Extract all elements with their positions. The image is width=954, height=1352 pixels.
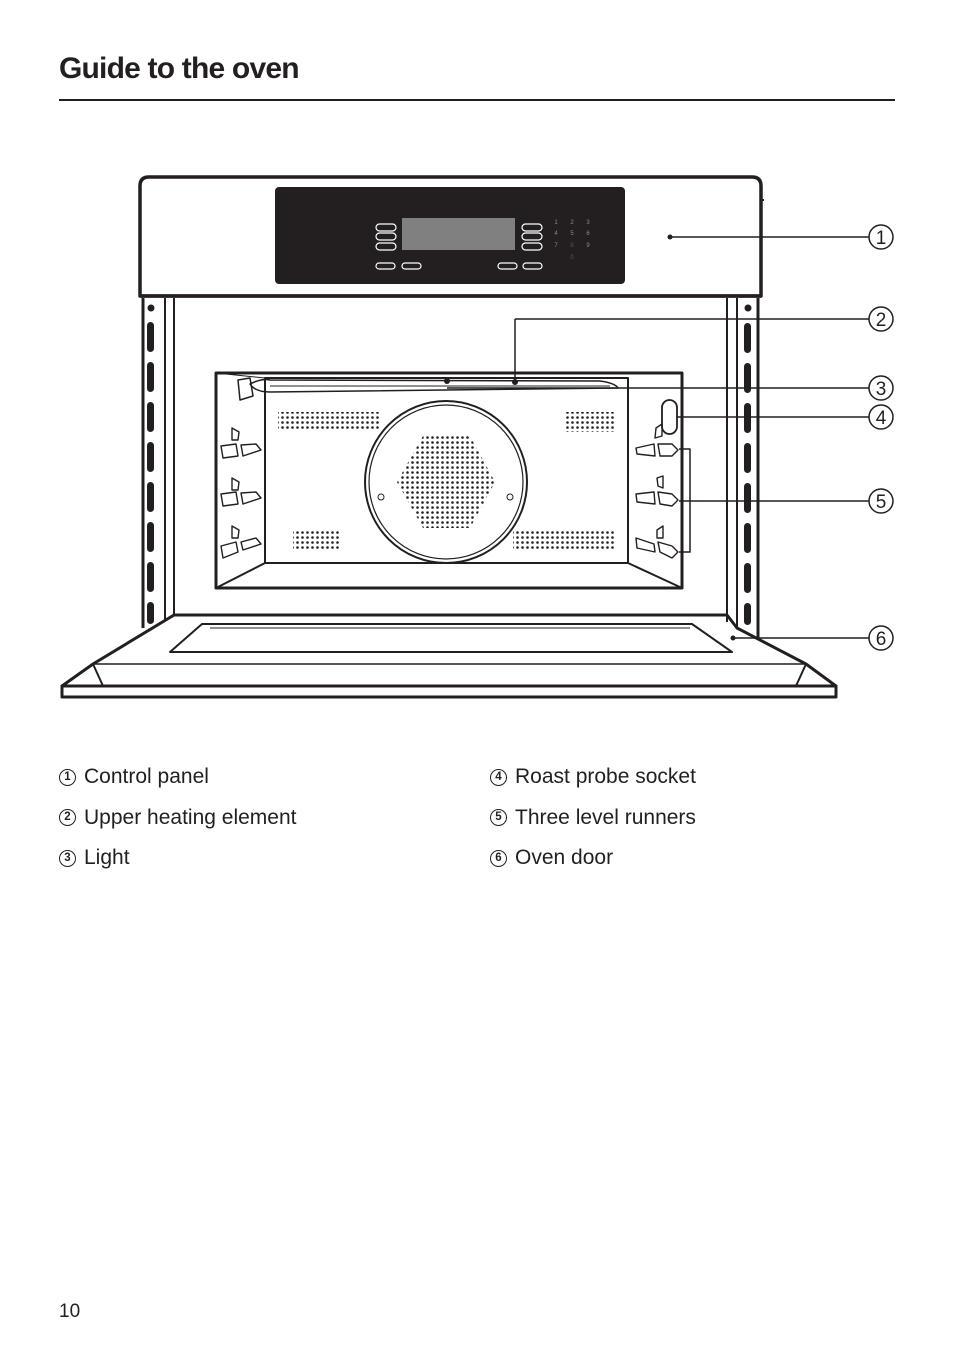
display-screen (402, 218, 515, 250)
legend-label: Light (84, 846, 130, 870)
roast-probe-socket (661, 399, 678, 435)
oven-diagram: 123 456 789 0 1 2 3 4 5 6 (60, 175, 894, 699)
callout-3: 3 (868, 375, 894, 401)
legend-item: 5 Three level runners (490, 798, 696, 839)
page-title: Guide to the oven (59, 52, 300, 85)
legend-label: Three level runners (515, 805, 696, 829)
legend-item: 1 Control panel (59, 757, 296, 798)
legend-left-column: 1 Control panel 2 Upper heating element … (59, 757, 296, 879)
legend-number-badge: 3 (59, 849, 76, 867)
vent-bottom-left (293, 531, 341, 549)
legend-number-badge: 1 (59, 768, 76, 786)
callout-2: 2 (868, 306, 894, 332)
light-fixture (237, 377, 254, 401)
upper-heating-element (249, 378, 619, 393)
legend-label: Roast probe socket (515, 765, 696, 789)
legend-number-badge: 4 (490, 768, 507, 786)
legend-number-badge: 6 (490, 849, 507, 867)
callout-5: 5 (868, 488, 894, 514)
callout-6: 6 (868, 625, 894, 651)
vent-top-left (278, 412, 380, 430)
legend-label: Upper heating element (84, 805, 297, 829)
vent-bottom-right (513, 531, 615, 549)
vent-top-right (566, 412, 614, 432)
oven-door (60, 613, 838, 699)
legend-number-badge: 5 (490, 809, 507, 827)
left-runners (220, 427, 262, 559)
legend-item: 4 Roast probe socket (490, 757, 696, 798)
light-point (444, 378, 450, 384)
callout-4-number: 4 (876, 408, 887, 429)
fan-grille (397, 436, 495, 528)
right-runners (635, 399, 679, 559)
page-number: 10 (59, 1301, 81, 1322)
legend-item: 3 Light (59, 838, 296, 879)
callout-4: 4 (868, 404, 894, 430)
legend-number-badge: 2 (59, 809, 76, 827)
callout-markers: 1 2 3 4 5 6 (868, 224, 894, 651)
legend-right-column: 4 Roast probe socket 5 Three level runne… (490, 757, 696, 879)
legend-item: 2 Upper heating element (59, 798, 296, 839)
callout-1: 1 (868, 224, 894, 250)
callout-5-number: 5 (876, 492, 887, 513)
right-side-rail (726, 298, 759, 640)
title-divider (59, 99, 895, 101)
callout-1-number: 1 (876, 228, 887, 249)
callout-6-number: 6 (876, 629, 887, 650)
legend-label: Oven door (515, 846, 614, 870)
callout-3-number: 3 (876, 379, 887, 400)
callout-2-number: 2 (876, 310, 887, 331)
legend-item: 6 Oven door (490, 838, 696, 879)
legend-label: Control panel (84, 765, 209, 789)
